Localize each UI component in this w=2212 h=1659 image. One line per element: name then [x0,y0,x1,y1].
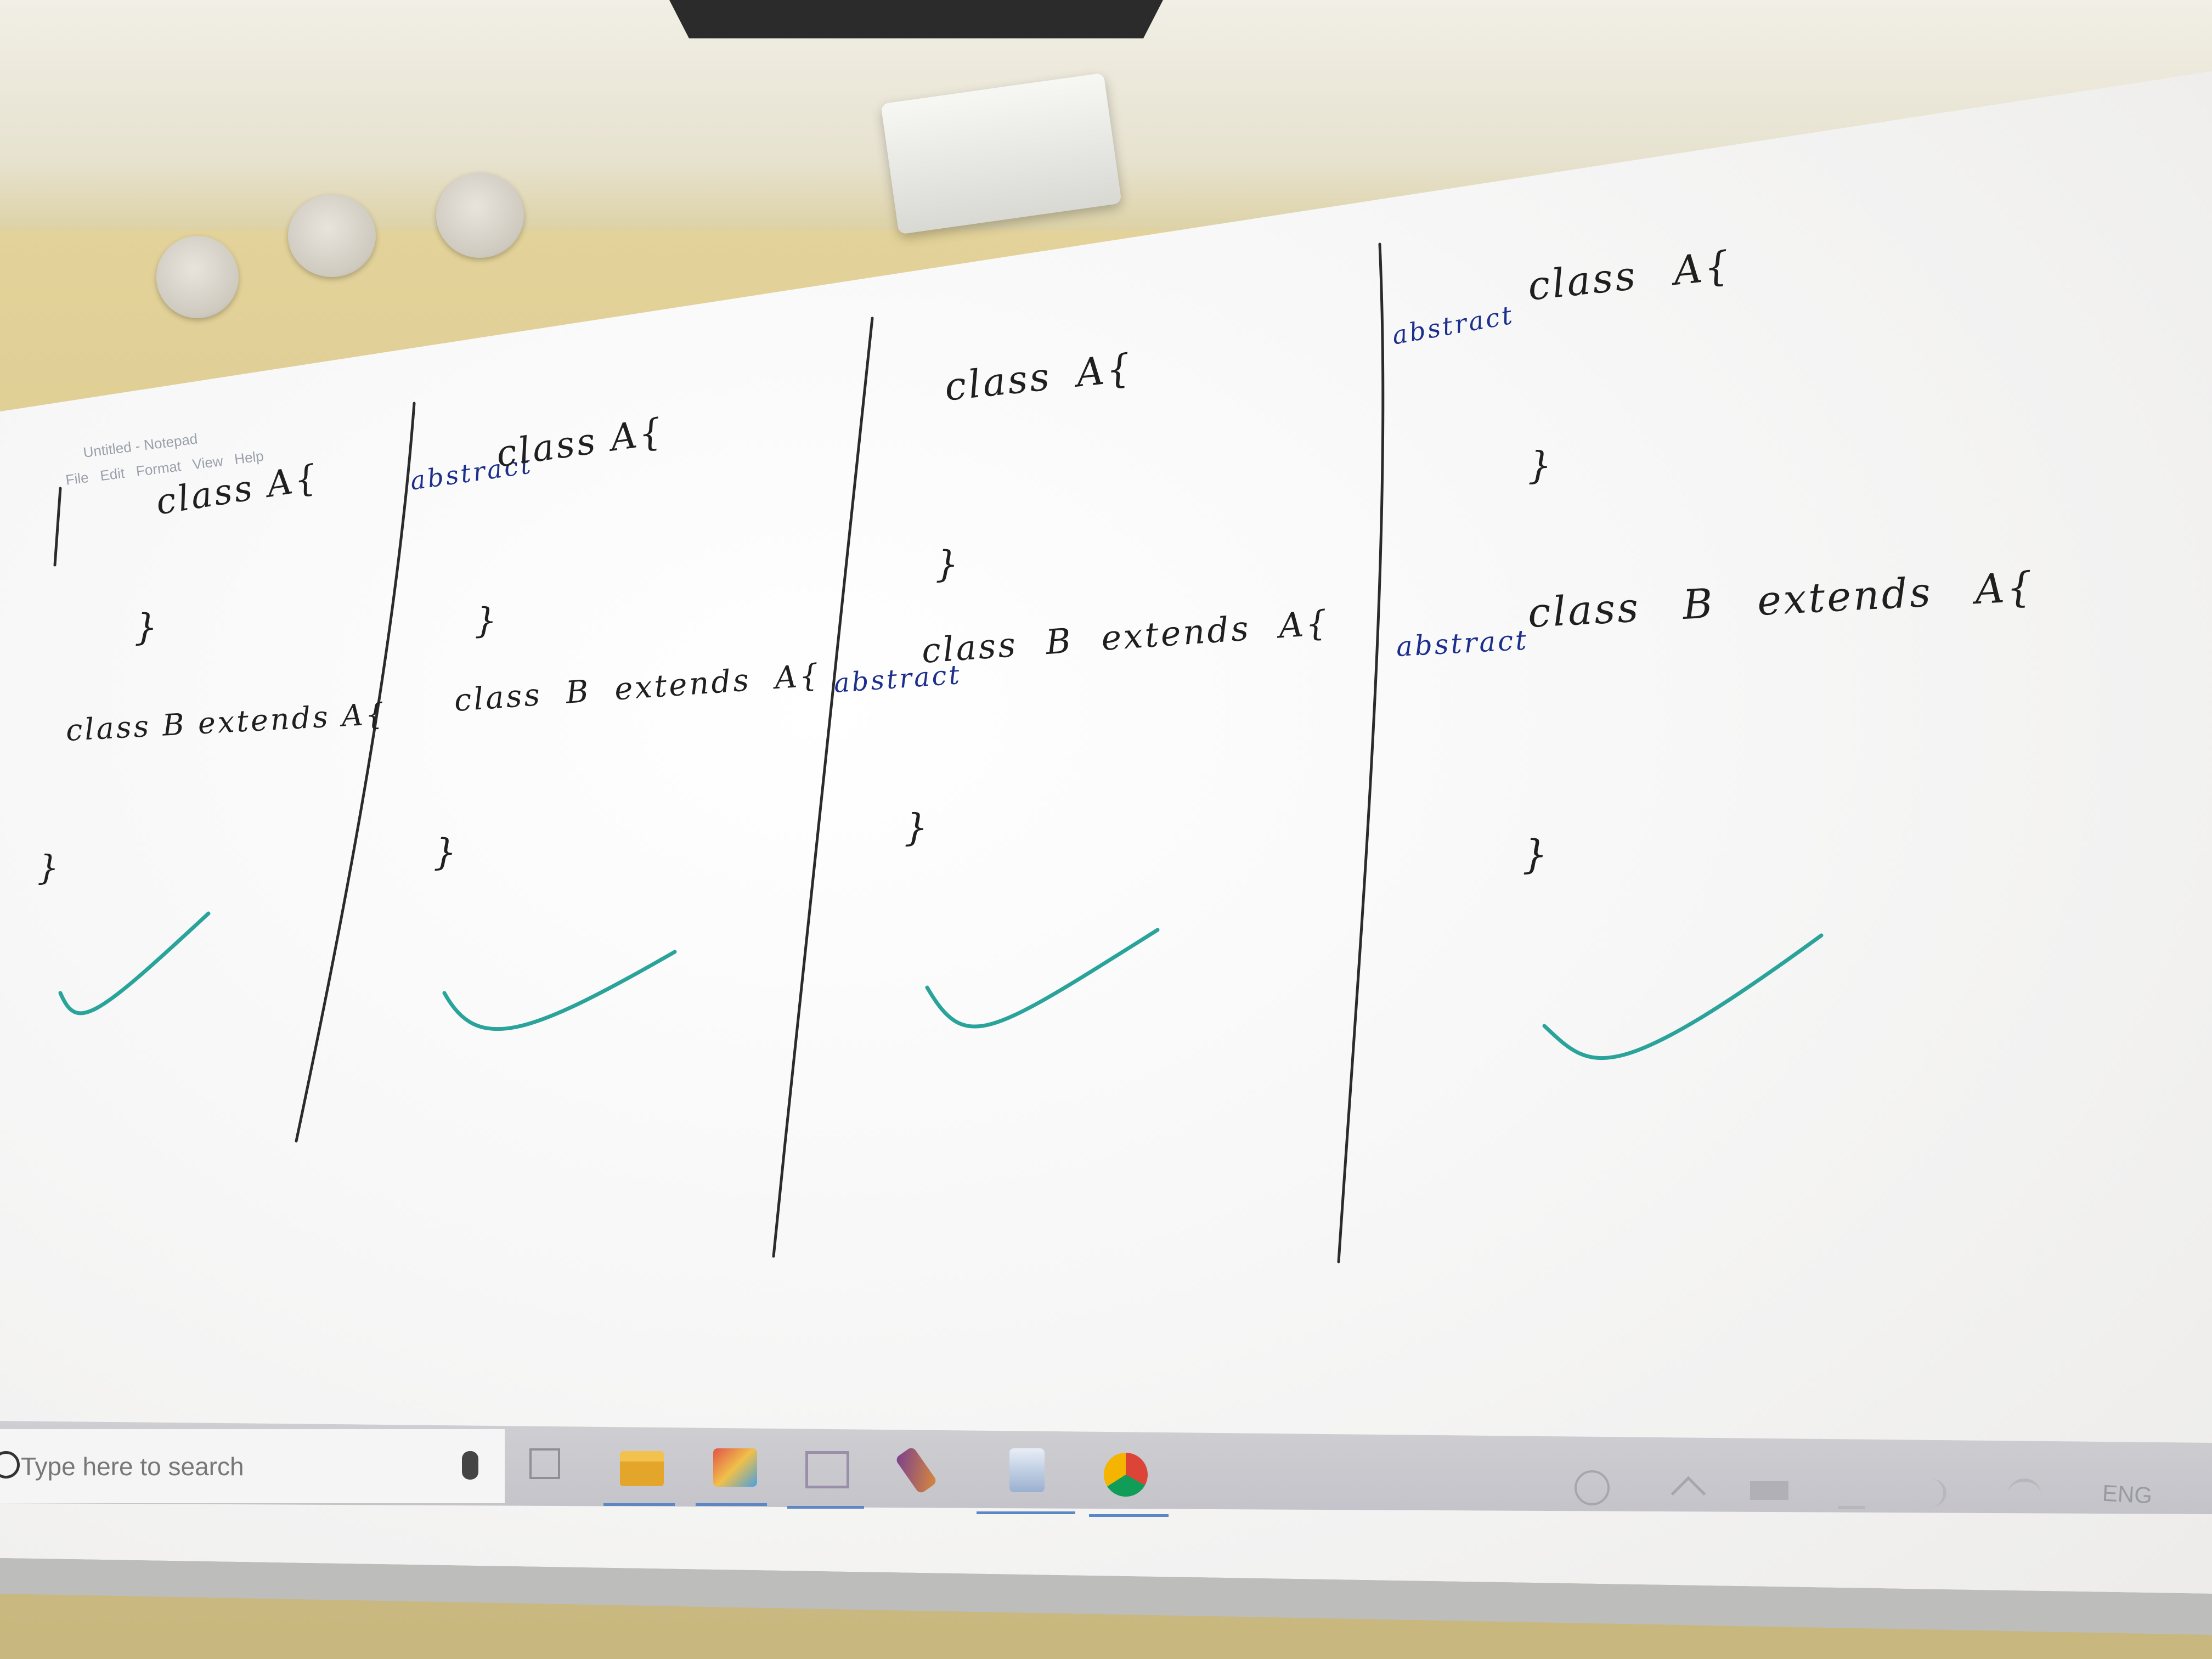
volume-icon[interactable] [1915,1479,1946,1507]
col1-close-brace-2: } [37,848,61,888]
pointer-app-underline [977,1511,1075,1514]
col3-close-brace-1: } [935,543,961,585]
file-explorer-icon[interactable] [620,1451,664,1486]
pointer-app-icon[interactable] [1009,1448,1045,1492]
taskbar-search-box[interactable]: Type here to search [0,1429,505,1503]
col3-close-brace-2: } [904,806,930,850]
chrome-underline [1089,1514,1169,1517]
paint-underline [696,1503,767,1506]
wifi-icon[interactable] [2008,1479,2041,1509]
search-placeholder: Type here to search [21,1452,244,1481]
task-view-icon[interactable] [529,1448,560,1479]
chrome-icon[interactable] [1104,1453,1148,1497]
col1-close-brace-1: } [134,606,160,648]
ceiling-speaker-2 [288,195,376,277]
microphone-icon[interactable] [462,1451,478,1480]
search-icon [0,1451,20,1479]
ceiling-speaker-3 [436,173,524,258]
paint-icon[interactable] [713,1448,757,1487]
battery-icon[interactable] [1750,1481,1788,1500]
ceiling-speaker-1 [156,236,239,318]
window-icon[interactable] [805,1451,849,1488]
window-underline [787,1506,864,1509]
col2-close-brace-1: } [475,601,499,641]
language-indicator[interactable]: ENG [2102,1480,2153,1509]
col2-close-brace-2: } [433,831,459,873]
file-explorer-underline [603,1503,675,1506]
ceiling-vent [669,0,1163,38]
people-icon[interactable] [1575,1470,1610,1505]
network-icon[interactable] [1838,1479,1865,1509]
col4-close-brace-2: } [1522,831,1550,877]
col4-close-brace-1: } [1528,444,1554,488]
